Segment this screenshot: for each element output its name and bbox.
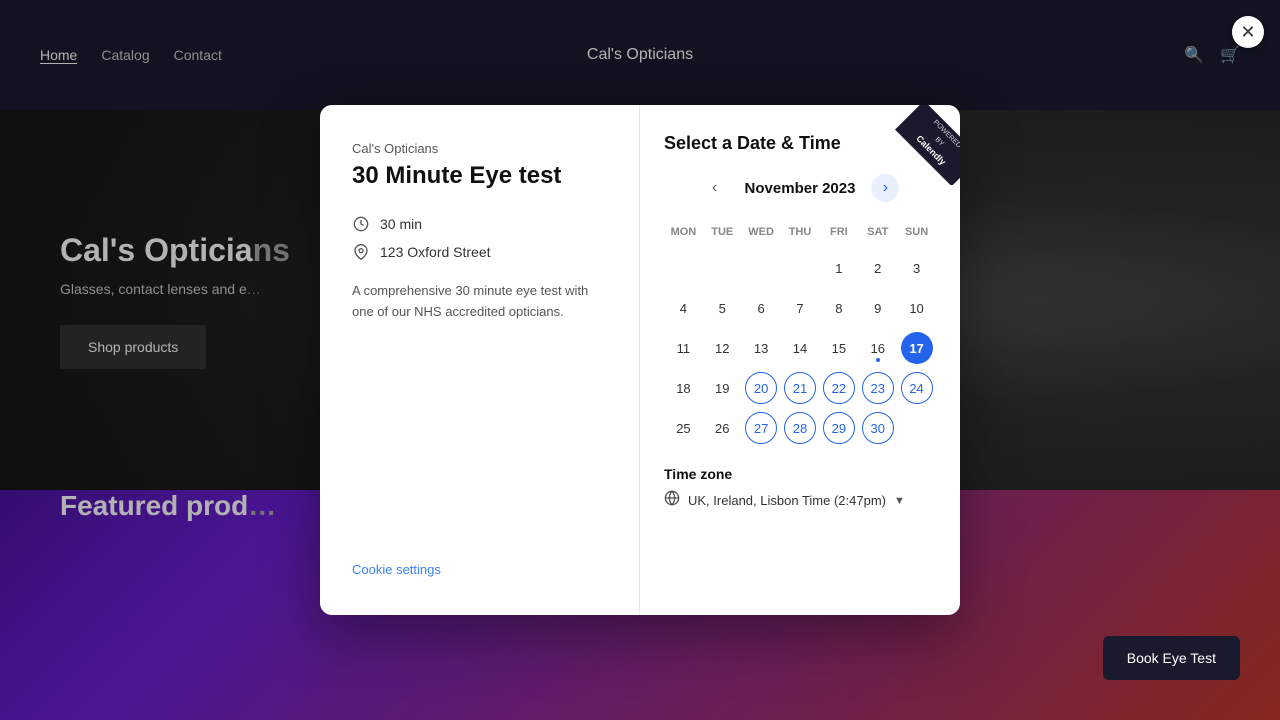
day-header-mon: MON (664, 222, 703, 242)
cal-day-2: 2 (858, 250, 897, 286)
cal-empty (742, 250, 781, 286)
calendar-header: MON TUE WED THU FRI SAT SUN (664, 222, 936, 242)
calendar-week-1: 1 2 3 (664, 250, 936, 286)
calendar-week-4: 18 19 20 21 22 23 24 (664, 370, 936, 406)
modal-left-panel: Cal's Opticians 30 Minute Eye test 30 mi… (320, 105, 640, 615)
cal-day-1: 1 (819, 250, 858, 286)
cal-day-3: 3 (897, 250, 936, 286)
cal-day-30[interactable]: 30 (858, 410, 897, 446)
cal-day-14: 14 (781, 330, 820, 366)
cal-day-21[interactable]: 21 (781, 370, 820, 406)
modal-description: A comprehensive 30 minute eye test with … (352, 281, 607, 323)
booking-modal: Cal's Opticians 30 Minute Eye test 30 mi… (320, 105, 960, 615)
cal-empty (781, 250, 820, 286)
cal-day-22[interactable]: 22 (819, 370, 858, 406)
location-icon (352, 243, 370, 261)
globe-icon (664, 490, 680, 511)
duration-text: 30 min (380, 216, 422, 232)
modal-brand: Cal's Opticians (352, 141, 607, 156)
day-header-tue: TUE (703, 222, 742, 242)
cal-day-13: 13 (742, 330, 781, 366)
modal-info: Cal's Opticians 30 Minute Eye test 30 mi… (352, 141, 607, 322)
cal-day-9: 9 (858, 290, 897, 326)
cal-day-12: 12 (703, 330, 742, 366)
location-text: 123 Oxford Street (380, 244, 491, 260)
timezone-label: Time zone (664, 466, 936, 482)
calendar-month: November 2023 (745, 180, 856, 197)
day-header-sat: SAT (858, 222, 897, 242)
cal-day-25: 25 (664, 410, 703, 446)
cal-day-29[interactable]: 29 (819, 410, 858, 446)
day-header-sun: SUN (897, 222, 936, 242)
cookie-settings-link[interactable]: Cookie settings (352, 562, 441, 577)
cal-empty (897, 410, 936, 446)
close-icon: ✕ (1240, 22, 1255, 43)
modal-right-panel: POWERED BY Calendly Select a Date & Time… (640, 105, 960, 615)
location-item: 123 Oxford Street (352, 243, 607, 261)
cal-day-15: 15 (819, 330, 858, 366)
modal-meta: 30 min 123 Oxford Street (352, 215, 607, 261)
cal-day-11: 11 (664, 330, 703, 366)
day-header-thu: THU (781, 222, 820, 242)
day-header-wed: WED (742, 222, 781, 242)
cal-day-28[interactable]: 28 (781, 410, 820, 446)
calendar-grid: MON TUE WED THU FRI SAT SUN 1 2 3 4 (664, 222, 936, 446)
calendar-week-2: 4 5 6 7 8 9 10 (664, 290, 936, 326)
cal-day-24[interactable]: 24 (897, 370, 936, 406)
calendly-badge: POWERED BY Calendly (880, 105, 960, 185)
cal-day-27[interactable]: 27 (742, 410, 781, 446)
day-header-fri: FRI (819, 222, 858, 242)
cal-empty (703, 250, 742, 286)
duration-item: 30 min (352, 215, 607, 233)
cal-day-7: 7 (781, 290, 820, 326)
cal-day-26: 26 (703, 410, 742, 446)
cal-day-18: 18 (664, 370, 703, 406)
calendar-week-5: 25 26 27 28 29 30 (664, 410, 936, 446)
cal-day-8: 8 (819, 290, 858, 326)
prev-month-button[interactable]: ‹ (701, 174, 729, 202)
cal-day-10: 10 (897, 290, 936, 326)
cal-day-5: 5 (703, 290, 742, 326)
clock-icon (352, 215, 370, 233)
calendar-week-3: 11 12 13 14 15 16 17 (664, 330, 936, 366)
cal-day-6: 6 (742, 290, 781, 326)
cal-day-4: 4 (664, 290, 703, 326)
cal-empty (664, 250, 703, 286)
cal-day-20[interactable]: 20 (742, 370, 781, 406)
cal-day-23[interactable]: 23 (858, 370, 897, 406)
close-button[interactable]: ✕ (1232, 16, 1264, 48)
cal-day-16: 16 (858, 330, 897, 366)
cal-day-19: 19 (703, 370, 742, 406)
timezone-section: Time zone UK, Ireland, Lisbon Time (2:47… (664, 466, 936, 511)
modal-title: 30 Minute Eye test (352, 162, 607, 191)
timezone-selector[interactable]: UK, Ireland, Lisbon Time (2:47pm) ▼ (664, 490, 936, 511)
timezone-value: UK, Ireland, Lisbon Time (2:47pm) (688, 493, 886, 508)
modal-footer: Cookie settings (352, 545, 607, 579)
book-eye-test-button[interactable]: Book Eye Test (1103, 636, 1240, 680)
cal-day-17[interactable]: 17 (897, 330, 936, 366)
chevron-down-icon: ▼ (894, 495, 905, 507)
